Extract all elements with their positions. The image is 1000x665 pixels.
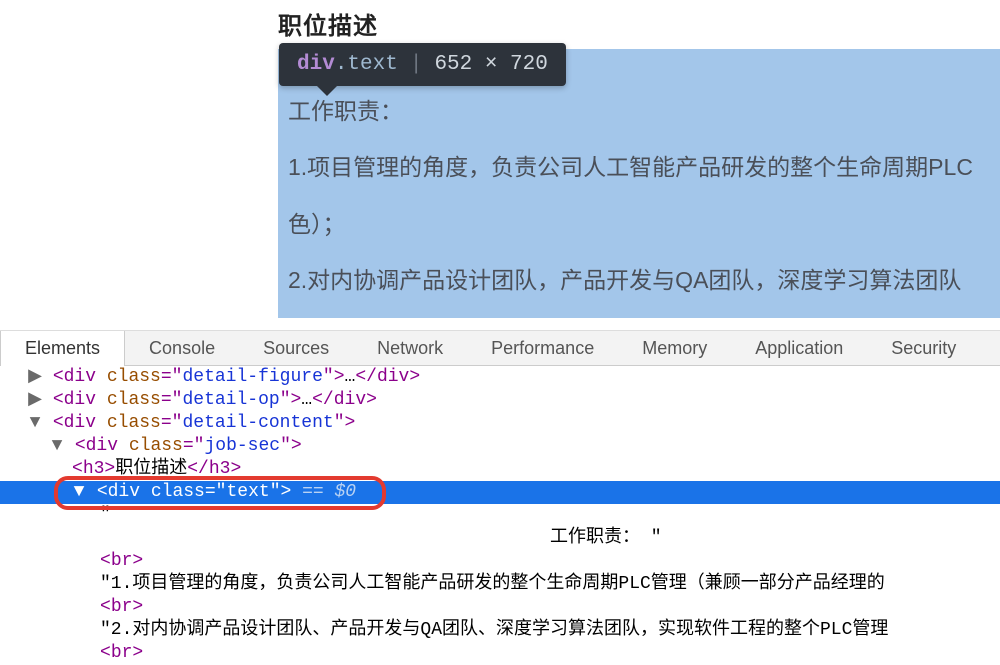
- highlighted-element[interactable]: 工作职责： 1.项目管理的角度，负责公司人工智能产品研发的整个生命周期PLC 色…: [278, 49, 1000, 318]
- tab-sources[interactable]: Sources: [239, 331, 353, 365]
- dom-row[interactable]: <br>: [0, 596, 1000, 619]
- tooltip-class: .text: [335, 53, 398, 76]
- elements-panel[interactable]: ▶ <div class="detail-figure">…</div> ▶ <…: [0, 366, 1000, 648]
- tab-memory[interactable]: Memory: [618, 331, 731, 365]
- disclosure-triangle-open-icon[interactable]: ▼: [72, 481, 86, 504]
- dom-text-row[interactable]: ": [0, 504, 1000, 527]
- dom-row[interactable]: <h3>职位描述</h3>: [0, 458, 1000, 481]
- devtools-tabs: Elements Console Sources Network Perform…: [0, 330, 1000, 366]
- dom-row[interactable]: ▼ <div class="job-sec">: [0, 435, 1000, 458]
- tab-application[interactable]: Application: [731, 331, 867, 365]
- page-text-line: 工作职责：: [288, 83, 1000, 139]
- inspector-tooltip: div.text | 652 × 720: [279, 43, 566, 86]
- disclosure-triangle-icon[interactable]: ▶: [28, 366, 42, 389]
- tooltip-dimensions: 652 × 720: [434, 53, 547, 76]
- disclosure-triangle-open-icon[interactable]: ▼: [28, 412, 42, 435]
- dom-text-row[interactable]: 工作职责： ": [0, 527, 1000, 550]
- tooltip-separator: |: [410, 53, 423, 76]
- page-text-line: 2.对内协调产品设计团队，产品开发与QA团队，深度学习算法团队: [288, 252, 1000, 308]
- dom-text-row[interactable]: "2.对内协调产品设计团队、产品开发与QA团队、深度学习算法团队，实现软件工程的…: [0, 619, 1000, 642]
- tab-security[interactable]: Security: [867, 331, 980, 365]
- page-text-line: 1.项目管理的角度，负责公司人工智能产品研发的整个生命周期PLC: [288, 139, 1000, 195]
- page-text-line: 色）；: [288, 196, 1000, 252]
- disclosure-triangle-open-icon[interactable]: ▼: [50, 435, 64, 458]
- tab-elements[interactable]: Elements: [0, 331, 125, 366]
- tooltip-tag: div: [297, 53, 335, 76]
- dom-row[interactable]: ▶ <div class="detail-figure">…</div>: [0, 366, 1000, 389]
- dom-row[interactable]: <br>: [0, 550, 1000, 573]
- selected-node-ref: == $0: [291, 482, 356, 502]
- dom-text-row[interactable]: "1.项目管理的角度，负责公司人工智能产品研发的整个生命周期PLC管理（兼顾一部…: [0, 573, 1000, 596]
- dom-row[interactable]: ▼ <div class="detail-content">: [0, 412, 1000, 435]
- tab-network[interactable]: Network: [353, 331, 467, 365]
- dom-row-selected[interactable]: ▼ <div class="text"> == $0: [0, 481, 1000, 504]
- page-section-title: 职位描述: [278, 6, 1000, 41]
- tab-console[interactable]: Console: [125, 331, 239, 365]
- disclosure-triangle-icon[interactable]: ▶: [28, 389, 42, 412]
- rendered-page: 职位描述 工作职责： 1.项目管理的角度，负责公司人工智能产品研发的整个生命周期…: [0, 0, 1000, 330]
- dom-row[interactable]: ▶ <div class="detail-op">…</div>: [0, 389, 1000, 412]
- tab-performance[interactable]: Performance: [467, 331, 618, 365]
- dom-row[interactable]: <br>: [0, 642, 1000, 665]
